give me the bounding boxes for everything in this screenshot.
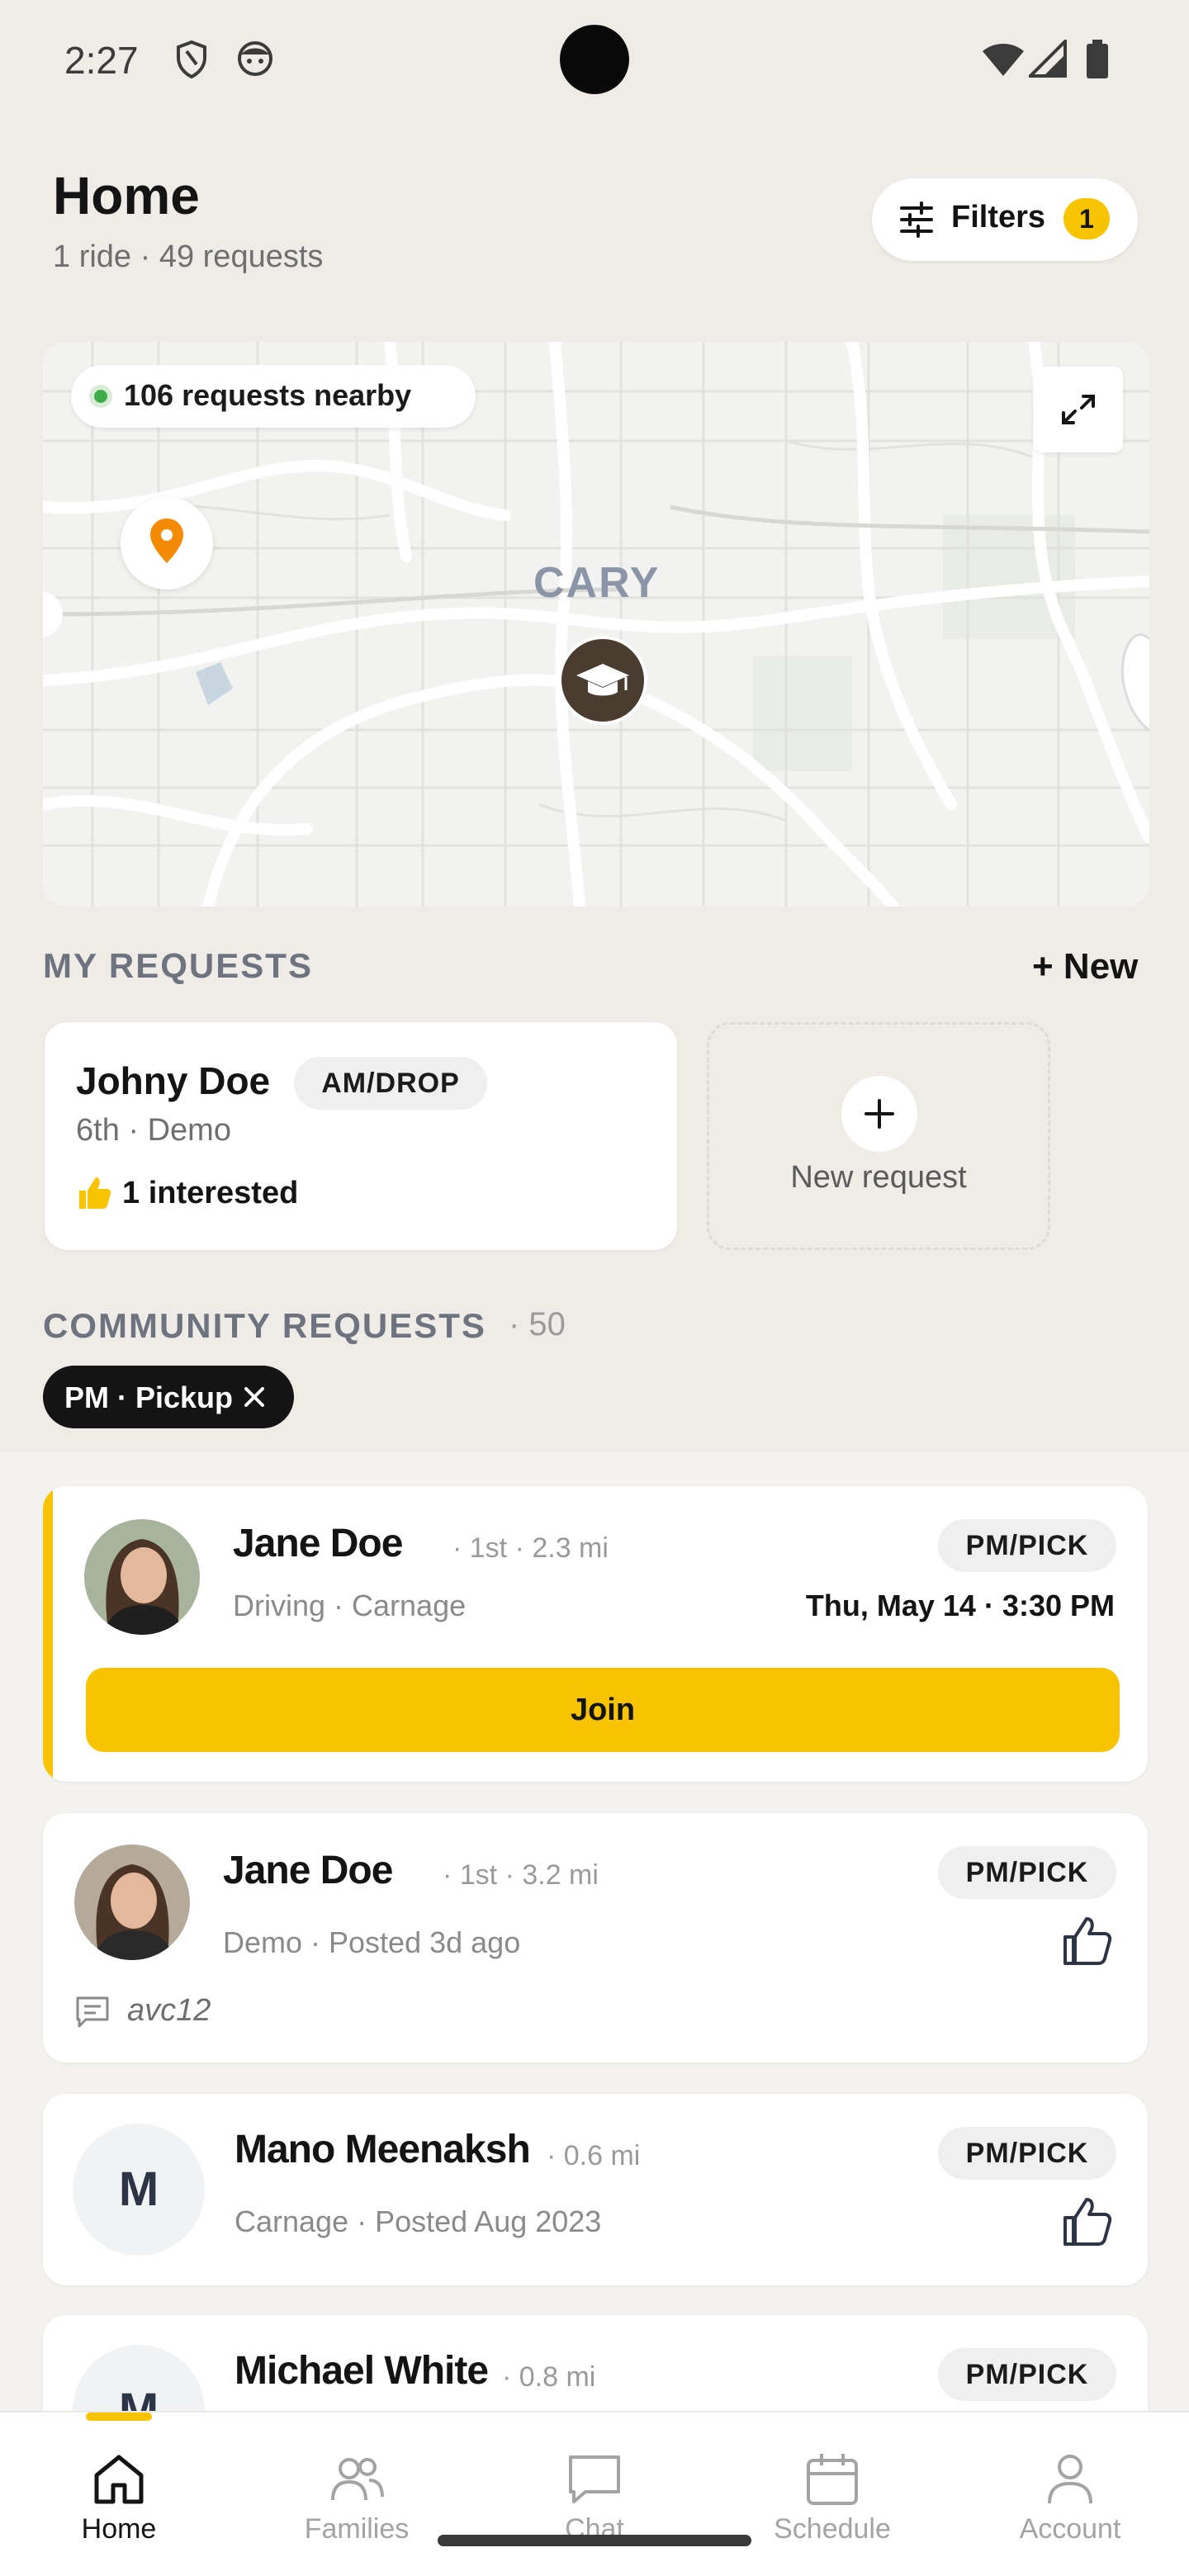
new-request-link[interactable]: + New [1032, 946, 1138, 987]
graduation-cap-icon [576, 664, 629, 696]
signal-icon [1026, 37, 1067, 82]
expand-icon [1062, 395, 1095, 424]
nav-item-schedule[interactable]: Schedule [713, 2413, 951, 2576]
close-icon[interactable] [241, 1384, 268, 1414]
sliders-icon [898, 201, 935, 242]
community-requests-heading: COMMUNITY REQUESTS [43, 1306, 486, 1345]
requester-name: Jane Doe [233, 1522, 403, 1565]
avatar [74, 1844, 190, 1960]
filters-button[interactable]: Filters 1 [872, 178, 1138, 261]
home-icon [90, 2451, 148, 2512]
thumbs-up-icon [1063, 2198, 1112, 2246]
community-request-card[interactable]: Jane Doe · 1st · 3.2 mi PM/PICK Demo · P… [43, 1813, 1148, 2062]
active-tab-indicator [86, 2413, 152, 2421]
thumbs-up-button[interactable] [1059, 1912, 1116, 1970]
request-subtitle: Carnage · Posted Aug 2023 [234, 2204, 602, 2238]
thumbs-up-icon [1063, 1917, 1112, 1965]
wifi-icon [981, 40, 1026, 82]
request-subtitle: Demo · Posted 3d ago [223, 1925, 521, 1959]
community-request-card[interactable]: M Mano Meenaksh · 0.6 mi PM/PICK Carnage… [43, 2094, 1148, 2285]
request-type-tag: PM/PICK [938, 2348, 1116, 2401]
avatar: M [73, 2124, 205, 2256]
gesture-handle[interactable] [438, 2535, 751, 2546]
filter-chip-label: PM · Pickup [64, 1380, 234, 1414]
requester-meta: · 0.8 mi [502, 2361, 596, 2393]
thumbs-up-button[interactable] [1059, 2193, 1116, 2251]
request-type-tag: PM/PICK [938, 2127, 1116, 2180]
request-type-tag: PM/PICK [938, 1519, 1116, 1572]
thumbs-up-icon [76, 1174, 112, 1215]
nav-item-chat[interactable]: Chat [476, 2413, 713, 2576]
request-type-tag: AM/DROP [294, 1057, 487, 1110]
calendar-icon [803, 2451, 861, 2512]
account-icon [1041, 2451, 1099, 2512]
camera-cutout [560, 25, 629, 94]
request-name: Johny Doe [76, 1059, 271, 1102]
nearby-requests-pill[interactable]: 106 requests nearby [71, 365, 476, 428]
avatar [84, 1519, 200, 1635]
request-note: avc12 [127, 1993, 211, 2028]
expand-map-button[interactable] [1034, 367, 1123, 452]
nav-label: Account [1019, 2513, 1121, 2545]
live-status-dot [89, 385, 112, 408]
map-area-label: CARY [533, 559, 661, 607]
new-request-label: New request [790, 1160, 967, 1195]
requester-meta: · 1st · 2.3 mi [452, 1532, 609, 1564]
request-subtitle: Driving · Carnage [233, 1589, 467, 1622]
my-request-card[interactable]: Johny Doe AM/DROP 6th · Demo 1 intereste… [45, 1022, 677, 1250]
school-marker[interactable] [558, 636, 647, 725]
status-bar: 2:27 [0, 0, 1189, 124]
community-request-card[interactable]: Jane Doe · 1st · 2.3 mi PM/PICK Driving … [43, 1486, 1148, 1782]
join-button[interactable]: Join [86, 1668, 1120, 1752]
bottom-nav: Home Families Chat Schedule Account [0, 2411, 1189, 2576]
families-icon [328, 2451, 386, 2512]
filters-label: Filters [951, 200, 1046, 234]
interested-count: 1 interested [122, 1176, 299, 1210]
requester-name: Mano Meenaksh [234, 2128, 531, 2171]
battery-icon [1085, 40, 1110, 83]
my-requests-heading: MY REQUESTS [43, 946, 313, 985]
map-view[interactable]: 106 requests nearby CARY [43, 342, 1149, 907]
shield-icon [175, 40, 208, 83]
note-icon [74, 1993, 111, 2034]
status-time: 2:27 [64, 39, 139, 82]
page-title: Home [53, 166, 200, 225]
new-request-card[interactable]: New request [707, 1022, 1050, 1250]
nav-label: Home [81, 2513, 157, 2545]
requester-name: Michael White [234, 2349, 489, 2393]
request-type-tag: PM/PICK [938, 1846, 1116, 1899]
nav-item-home[interactable]: Home [0, 2413, 238, 2576]
active-filter-chip[interactable]: PM · Pickup [43, 1366, 294, 1428]
location-pin-icon [150, 519, 183, 563]
face-icon [236, 40, 274, 82]
chat-icon [566, 2451, 623, 2512]
community-requests-count: · 50 [509, 1306, 566, 1342]
page-subtitle: 1 ride · 49 requests [53, 239, 324, 274]
requester-meta: · 1st · 3.2 mi [443, 1859, 599, 1891]
nav-item-account[interactable]: Account [951, 2413, 1189, 2576]
plus-icon [841, 1076, 917, 1152]
nearby-requests-text: 106 requests nearby [124, 378, 412, 412]
requester-name: Jane Doe [223, 1849, 393, 1892]
nav-item-families[interactable]: Families [238, 2413, 476, 2576]
request-subtitle: 6th · Demo [76, 1113, 231, 1148]
location-pin-marker[interactable] [121, 497, 213, 590]
filters-count-badge: 1 [1063, 198, 1110, 239]
pickup-datetime: Thu, May 14 · 3:30 PM [805, 1589, 1115, 1622]
requester-meta: · 0.6 mi [547, 2140, 641, 2171]
